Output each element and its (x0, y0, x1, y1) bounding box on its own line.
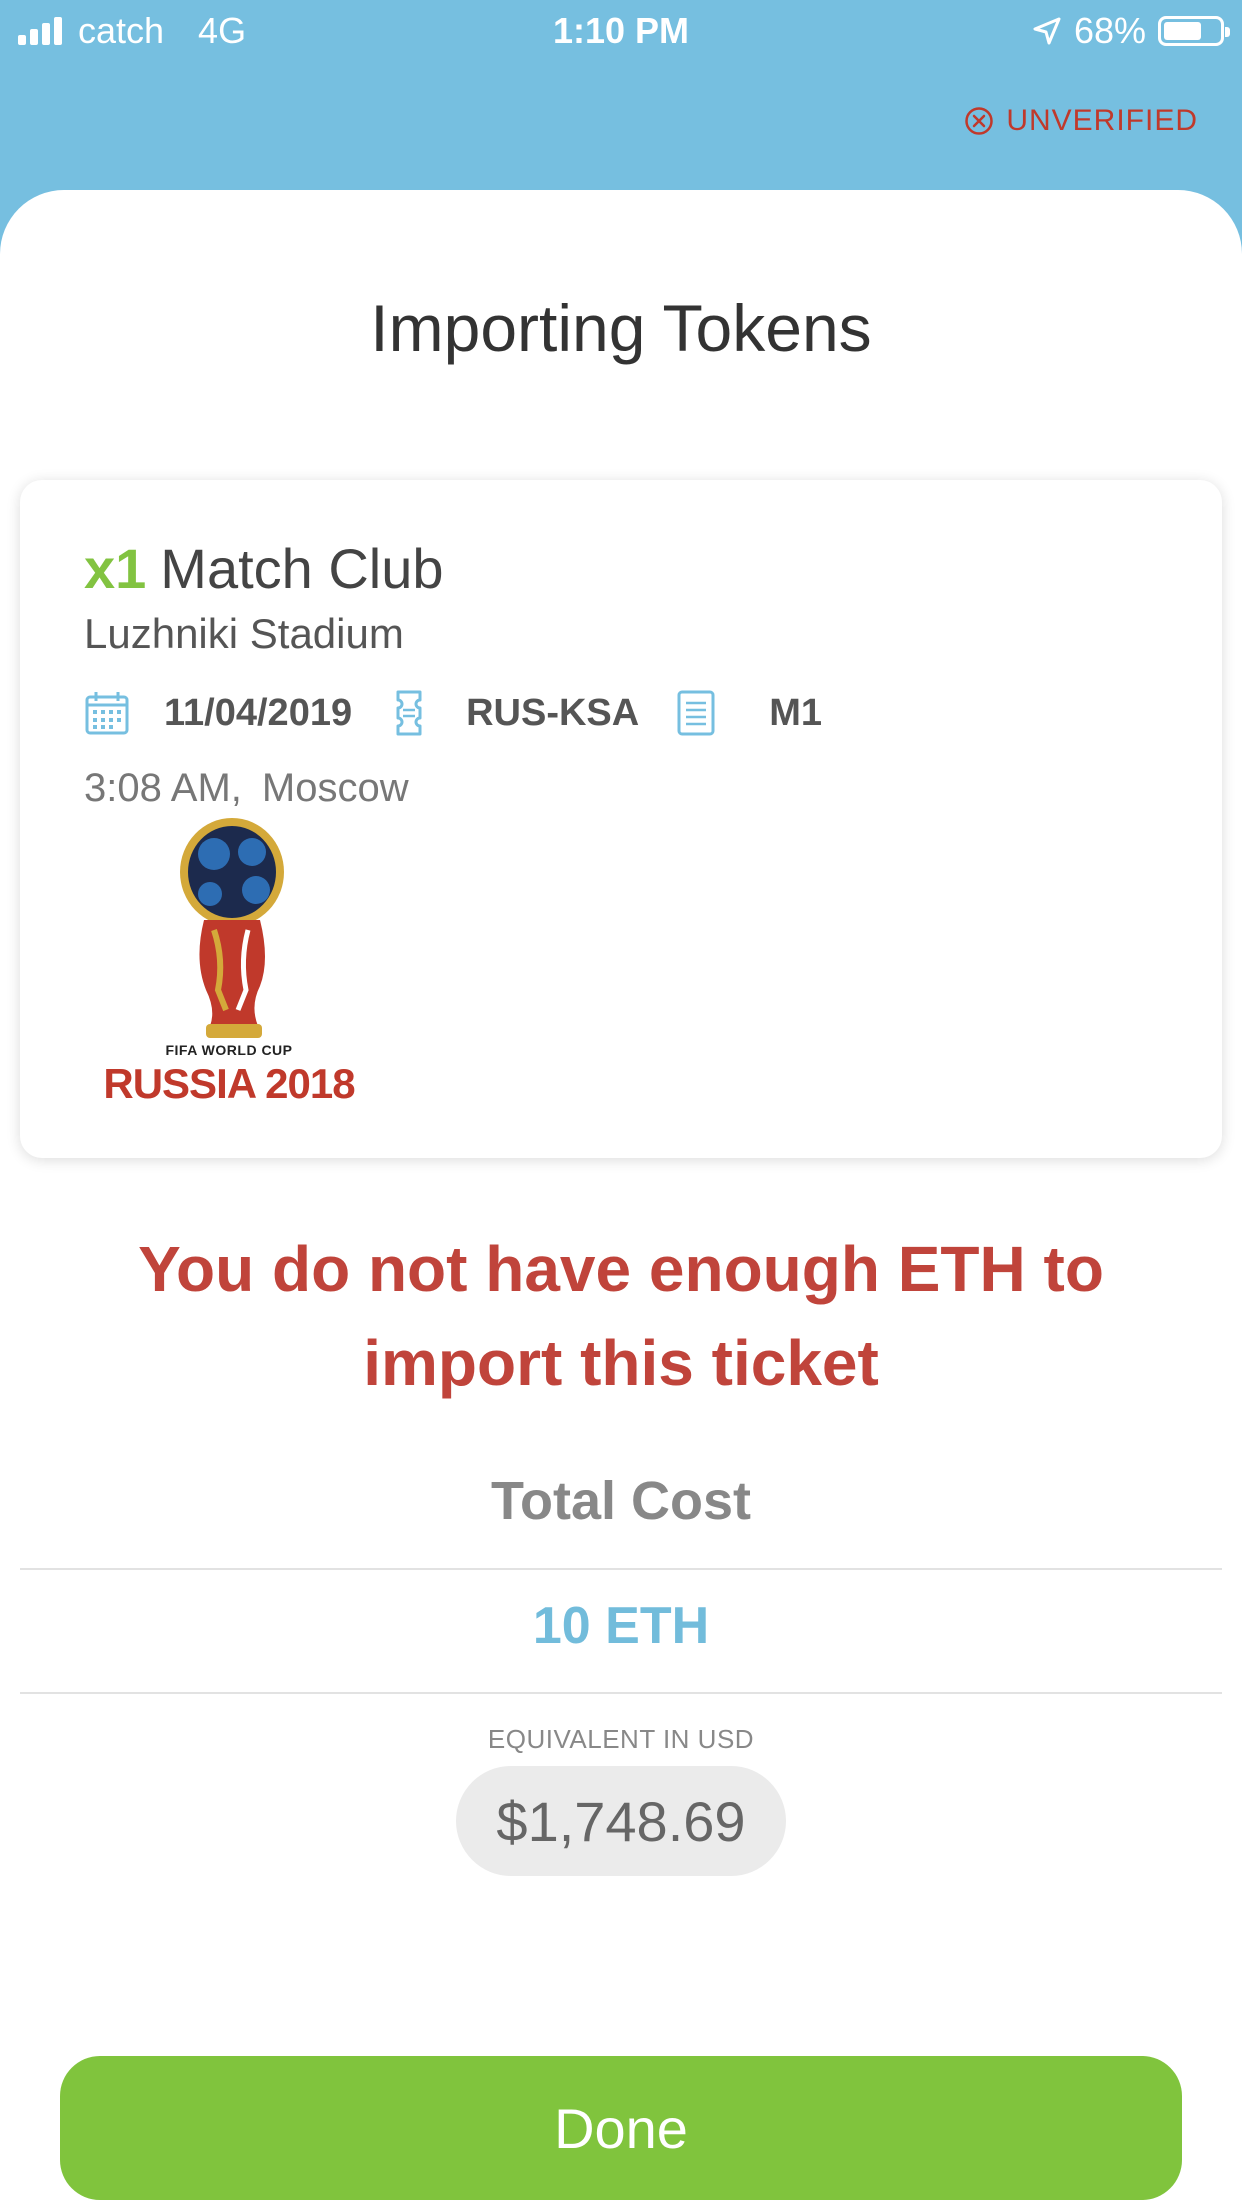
status-right: 68% (1032, 10, 1230, 52)
ticket-date: 11/04/2019 (164, 691, 353, 734)
done-button[interactable]: Done (60, 2056, 1182, 2200)
ticket-time-row: 3:08 AM, Moscow (84, 766, 409, 811)
world-cup-logo: FIFA WORLD CUP RUSSIA 2018 (84, 810, 374, 1120)
ticket-city: Moscow (261, 766, 409, 810)
logo-title: RUSSIA 2018 (103, 1060, 355, 1107)
total-cost-value: 10 ETH (532, 1597, 710, 1655)
ticket-time: 3:08 AM, (84, 766, 242, 810)
import-sheet: Importing Tokens x1 Match Club Luzhniki S… (0, 190, 1242, 2208)
ticket-match: RUS-KSA (466, 691, 640, 734)
ticket-match-code: M1 (769, 691, 823, 734)
divider (20, 1692, 1222, 1694)
error-message: You do not have enough ETH to import thi… (138, 1233, 1104, 1399)
battery-icon (1158, 16, 1230, 46)
ticket-title: x1 Match Club (84, 536, 444, 601)
calendar-icon (85, 692, 129, 735)
usd-equivalent-label: EQUIVALENT IN USD (487, 1724, 755, 1754)
total-cost-label: Total Cost (491, 1471, 751, 1531)
battery-percent: 68% (1073, 10, 1146, 51)
close-circle-icon (965, 107, 994, 135)
list-icon (677, 690, 715, 736)
trophy-icon (180, 818, 284, 1038)
unverified-badge[interactable]: UNVERIFIED (964, 104, 1198, 138)
ticket-name: Match Club (160, 537, 444, 600)
ticket-card[interactable]: x1 Match Club Luzhniki Stadium 11/04/2019 (20, 480, 1222, 1158)
battery-fill (1164, 22, 1201, 40)
ticket-quantity: x1 (84, 537, 147, 600)
location-arrow-icon (1033, 17, 1061, 45)
divider (20, 1568, 1222, 1570)
logo-subtitle: FIFA WORLD CUP (165, 1042, 293, 1058)
ticket-meta: 11/04/2019 RUS-KSA M1 (84, 690, 822, 736)
ticket-venue: Luzhniki Stadium (84, 610, 404, 657)
page-title: Importing Tokens (370, 291, 872, 365)
ticket-icon (396, 690, 422, 736)
status-bar: catch 4G 1:10 PM 68% (0, 0, 1242, 64)
usd-equivalent-value: $1,748.69 (456, 1766, 786, 1876)
unverified-label: UNVERIFIED (1006, 104, 1198, 137)
